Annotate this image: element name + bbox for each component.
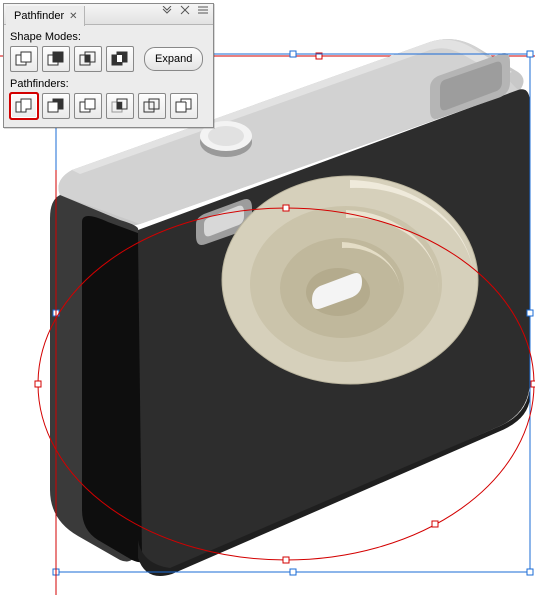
panel-title: Pathfinder bbox=[14, 11, 64, 22]
pathfinder-divide[interactable] bbox=[10, 93, 38, 119]
shape-mode-intersect[interactable] bbox=[74, 46, 102, 72]
pathfinder-panel: Pathfinder ✕ Shape Modes: bbox=[3, 3, 214, 128]
panel-header: Pathfinder ✕ bbox=[4, 4, 213, 25]
panel-tab-pathfinder[interactable]: Pathfinder ✕ bbox=[6, 6, 85, 26]
shape-modes-label: Shape Modes: bbox=[10, 31, 207, 43]
shape-modes-row: Expand bbox=[10, 46, 207, 72]
panel-close-icon[interactable] bbox=[179, 4, 191, 16]
pathfinder-minus-back[interactable] bbox=[170, 93, 198, 119]
shape-mode-exclude[interactable] bbox=[106, 46, 134, 72]
collapse-icon[interactable] bbox=[161, 4, 173, 16]
shape-mode-subtract[interactable] bbox=[42, 46, 70, 72]
pathfinder-crop[interactable] bbox=[106, 93, 134, 119]
pathfinder-trim[interactable] bbox=[42, 93, 70, 119]
pathfinders-row bbox=[10, 93, 207, 119]
pathfinders-label: Pathfinders: bbox=[10, 78, 207, 90]
close-icon[interactable]: ✕ bbox=[69, 11, 77, 22]
pathfinder-outline[interactable] bbox=[138, 93, 166, 119]
pathfinder-merge[interactable] bbox=[74, 93, 102, 119]
panel-menu-icon[interactable] bbox=[197, 4, 209, 16]
shape-mode-add[interactable] bbox=[10, 46, 38, 72]
expand-button[interactable]: Expand bbox=[144, 47, 203, 71]
